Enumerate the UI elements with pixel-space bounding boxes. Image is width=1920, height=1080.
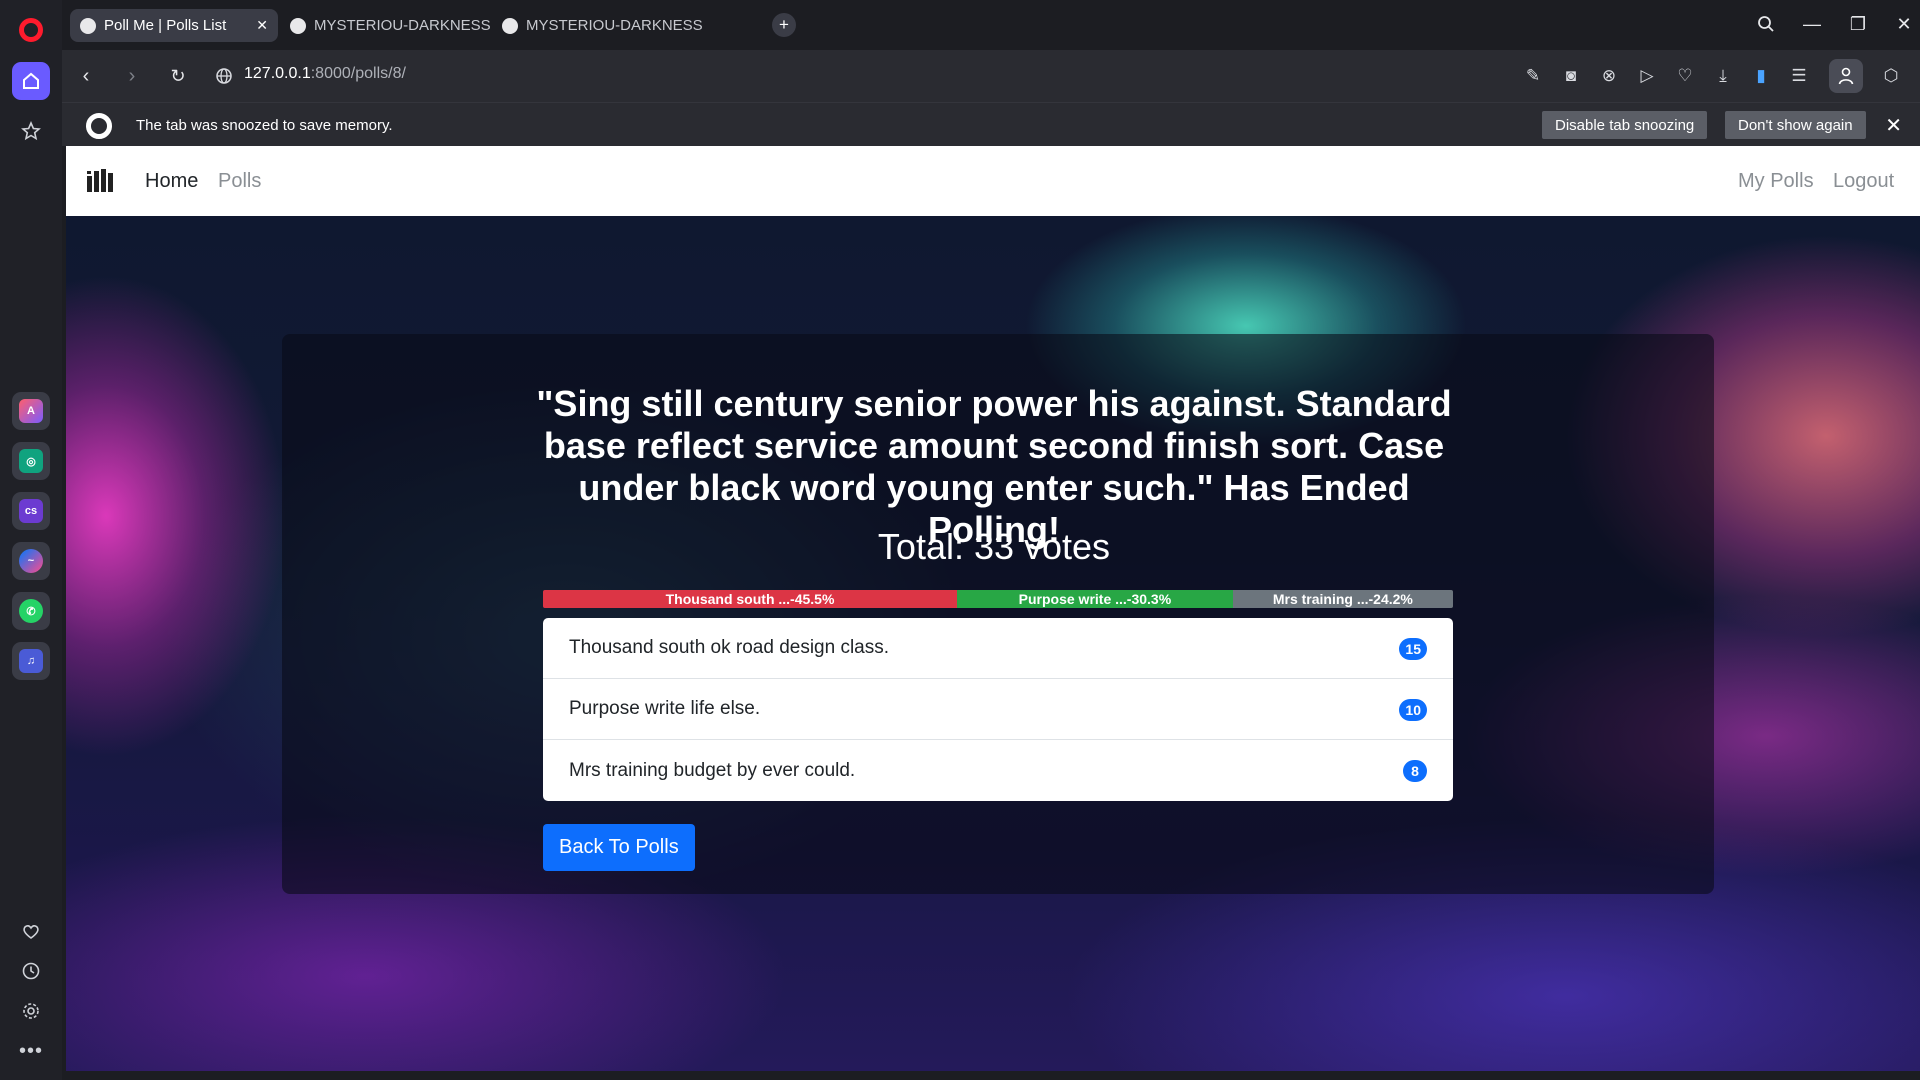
adblock-icon[interactable]: ⊗: [1597, 64, 1621, 88]
play-icon[interactable]: ▷: [1635, 64, 1659, 88]
total-votes: Total: 33 votes: [877, 526, 1111, 567]
choice-item: Mrs training budget by ever could. 8: [543, 740, 1453, 801]
aria-app-icon[interactable]: A: [12, 392, 50, 430]
profile-avatar-icon[interactable]: [1829, 59, 1863, 93]
back-arrow-icon[interactable]: ‹: [74, 64, 98, 88]
choices-list: Thousand south ok road design class. 15 …: [543, 618, 1453, 801]
battery-saver-icon[interactable]: ▮: [1749, 64, 1773, 88]
nav-my-polls-link[interactable]: My Polls: [1738, 170, 1814, 193]
chatgpt-app-icon[interactable]: ◎: [12, 442, 50, 480]
result-bar-segment: Purpose write ...-30.3%: [957, 590, 1233, 608]
close-tab-icon[interactable]: ✕: [246, 17, 268, 34]
new-tab-plus-icon[interactable]: +: [772, 13, 796, 37]
choice-item: Purpose write life else. 10: [543, 679, 1453, 740]
search-tabs-icon[interactable]: [1754, 12, 1778, 36]
results-progress-bar: Thousand south ...-45.5% Purpose write ..…: [543, 590, 1453, 608]
choice-text: Purpose write life else.: [569, 698, 761, 719]
back-to-polls-button[interactable]: Back To Polls: [543, 824, 695, 871]
nav-home-link[interactable]: Home: [145, 170, 198, 193]
heart-icon[interactable]: [12, 912, 50, 950]
disable-tab-snoozing-button[interactable]: Disable tab snoozing: [1542, 111, 1708, 139]
camera-icon[interactable]: ◙: [1559, 64, 1583, 88]
vote-count-badge: 10: [1399, 699, 1427, 721]
brand-logo-icon[interactable]: [86, 168, 116, 194]
vote-count-badge: 8: [1403, 760, 1427, 782]
tab-strip: Poll Me | Polls List ✕ MYSTERIOU-DARKNES…: [62, 0, 1920, 50]
music-app-icon[interactable]: ♫: [12, 642, 50, 680]
edit-icon[interactable]: ✎: [1521, 64, 1545, 88]
github-icon: [290, 17, 306, 34]
snooze-notification-bar: The tab was snoozed to save memory. Disa…: [62, 102, 1920, 146]
dont-show-again-button[interactable]: Don't show again: [1725, 111, 1866, 139]
github-icon: [502, 17, 518, 34]
history-icon[interactable]: [12, 952, 50, 990]
close-window-icon[interactable]: ✕: [1892, 12, 1916, 36]
choice-item: Thousand south ok road design class. 15: [543, 618, 1453, 679]
easy-setup-icon[interactable]: ☰: [1787, 64, 1811, 88]
close-notification-icon[interactable]: ✕: [1885, 113, 1902, 138]
result-bar-segment: Mrs training ...-24.2%: [1232, 590, 1453, 608]
site-navbar: Home Polls My Polls Logout: [66, 146, 1920, 216]
url-field[interactable]: 127.0.0.1:8000/polls/8/: [244, 65, 406, 83]
page-content: Home Polls My Polls Logout "Sing still c…: [66, 146, 1920, 1071]
tab-title: Poll Me | Polls List: [104, 17, 227, 34]
home-icon[interactable]: [12, 62, 50, 100]
settings-gear-icon[interactable]: [12, 992, 50, 1030]
opera-logo-icon[interactable]: [19, 18, 43, 42]
vote-count-badge: 15: [1399, 638, 1427, 660]
result-bar-segment: Thousand south ...-45.5%: [543, 590, 958, 608]
more-icon[interactable]: •••: [12, 1032, 50, 1070]
forward-arrow-icon[interactable]: ›: [120, 64, 144, 88]
opera-sidebar: A ◎ cs ~ ✆ ♫ •••: [0, 0, 62, 1080]
tab-github-1[interactable]: MYSTERIOU-DARKNESS/V: [280, 9, 490, 42]
tab-poll-me[interactable]: Poll Me | Polls List ✕: [70, 9, 278, 42]
heart-bookmark-icon[interactable]: ♡: [1673, 64, 1697, 88]
globe-site-info-icon[interactable]: [212, 64, 236, 88]
star-icon[interactable]: [12, 112, 50, 150]
tab-title: MYSTERIOU-DARKNESS/V: [314, 17, 490, 34]
whatsapp-app-icon[interactable]: ✆: [12, 592, 50, 630]
cs-app-icon[interactable]: cs: [12, 492, 50, 530]
messenger-app-icon[interactable]: ~: [12, 542, 50, 580]
restore-icon[interactable]: ❐: [1846, 12, 1870, 36]
url-host: 127.0.0.1: [244, 65, 311, 82]
globe-icon: [80, 17, 96, 34]
minimize-icon[interactable]: —: [1800, 12, 1824, 36]
nav-polls-link[interactable]: Polls: [218, 170, 261, 193]
url-path: :8000/polls/8/: [310, 65, 406, 82]
reload-icon[interactable]: ↻: [166, 64, 190, 88]
tab-title: MYSTERIOU-DARKNESS/V: [526, 17, 702, 34]
address-bar: ‹ › ↻ 127.0.0.1:8000/polls/8/ ✎ ◙ ⊗ ▷ ♡ …: [62, 50, 1920, 102]
download-icon[interactable]: ⤓: [1711, 64, 1735, 88]
extensions-cube-icon[interactable]: ⬡: [1879, 64, 1903, 88]
window-bottom-edge: [62, 1071, 1920, 1080]
tab-github-2[interactable]: MYSTERIOU-DARKNESS/V: [492, 9, 702, 42]
choice-text: Thousand south ok road design class.: [569, 637, 890, 658]
snooze-message: The tab was snoozed to save memory.: [136, 117, 393, 134]
browser-window: A ◎ cs ~ ✆ ♫ ••• Poll Me | Polls List ✕ …: [0, 0, 1920, 1080]
choice-text: Mrs training budget by ever could.: [569, 759, 856, 781]
opera-o-icon: [86, 113, 112, 139]
nav-logout-link[interactable]: Logout: [1833, 170, 1894, 193]
